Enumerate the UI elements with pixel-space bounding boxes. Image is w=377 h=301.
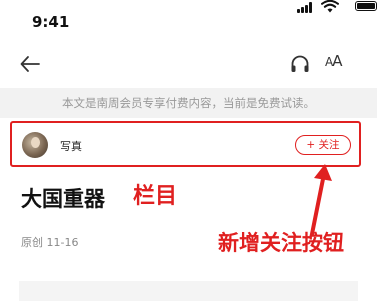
annotation-follow-label: 新增关注按钮	[218, 230, 344, 255]
back-arrow-icon[interactable]	[18, 52, 42, 76]
follow-button[interactable]: + 关注	[295, 135, 351, 155]
signal-icon	[297, 2, 313, 13]
headphones-icon[interactable]	[289, 53, 311, 75]
font-size-button[interactable]: AA	[325, 52, 355, 76]
font-size-big-label: A	[332, 52, 342, 70]
annotation-column-label: 栏目	[133, 183, 178, 209]
column-name[interactable]: 写真	[60, 138, 82, 154]
column-avatar[interactable]	[22, 132, 48, 158]
article-title: 大国重器	[21, 187, 105, 211]
content-placeholder	[19, 281, 358, 301]
status-bar: 9:41	[0, 0, 377, 40]
nav-bar: AA	[0, 42, 377, 86]
status-time: 9:41	[32, 13, 70, 31]
wifi-icon	[321, 0, 339, 13]
paid-content-notice: 本文是南周会员专享付费内容，当前是免费试读。	[0, 88, 377, 118]
article-meta: 原创 11-16	[21, 236, 79, 249]
battery-icon	[355, 1, 377, 11]
notice-text: 本文是南周会员专享付费内容，当前是免费试读。	[62, 96, 315, 110]
